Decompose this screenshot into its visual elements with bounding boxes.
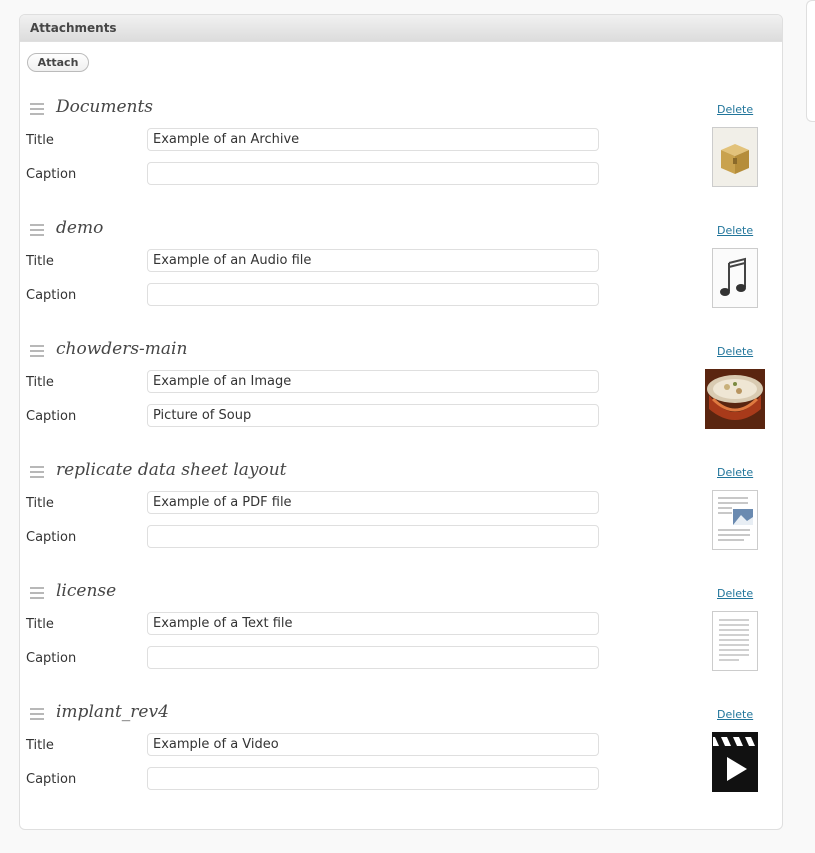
delete-link[interactable]: Delete <box>717 345 753 358</box>
title-input[interactable] <box>147 491 599 514</box>
caption-label: Caption <box>26 772 77 787</box>
caption-input[interactable] <box>147 646 599 669</box>
delete-link[interactable]: Delete <box>717 103 753 116</box>
drag-handle-icon[interactable] <box>30 466 44 478</box>
delete-link[interactable]: Delete <box>717 587 753 600</box>
title-label: Title <box>26 133 54 148</box>
sidebar-panel-edge <box>806 0 815 122</box>
title-label: Title <box>26 617 54 632</box>
title-input[interactable] <box>147 612 599 635</box>
text-document-icon <box>712 611 758 671</box>
attachment-item: implant_rev4 Delete Title Caption <box>20 698 782 808</box>
caption-label: Caption <box>26 167 77 182</box>
title-label: Title <box>26 254 54 269</box>
caption-label: Caption <box>26 288 77 303</box>
title-input[interactable] <box>147 249 599 272</box>
audio-icon <box>712 248 758 308</box>
video-icon <box>712 732 758 792</box>
attachment-name: Documents <box>56 97 154 117</box>
attachment-item: chowders-main Delete Title Caption <box>20 335 782 445</box>
title-input[interactable] <box>147 733 599 756</box>
archive-icon <box>712 127 758 187</box>
drag-handle-icon[interactable] <box>30 345 44 357</box>
caption-label: Caption <box>26 409 77 424</box>
drag-handle-icon[interactable] <box>30 708 44 720</box>
caption-input[interactable] <box>147 525 599 548</box>
drag-handle-icon[interactable] <box>30 587 44 599</box>
drag-handle-icon[interactable] <box>30 103 44 115</box>
attachment-name: license <box>56 581 117 601</box>
caption-input[interactable] <box>147 283 599 306</box>
title-label: Title <box>26 738 54 753</box>
title-input[interactable] <box>147 370 599 393</box>
title-label: Title <box>26 375 54 390</box>
attachment-name: implant_rev4 <box>56 702 169 722</box>
metabox-title[interactable]: Attachments <box>20 15 782 42</box>
soup-image <box>705 369 765 429</box>
attachment-item: Documents Delete Title Caption <box>20 93 782 203</box>
delete-link[interactable]: Delete <box>717 708 753 721</box>
attachment-name: demo <box>56 218 104 238</box>
attachment-item: replicate data sheet layout Delete Title… <box>20 456 782 566</box>
attachment-item: demo Delete Title Caption <box>20 214 782 324</box>
delete-link[interactable]: Delete <box>717 224 753 237</box>
attach-button[interactable]: Attach <box>27 53 89 72</box>
pdf-icon <box>712 490 758 550</box>
attachment-item: license Delete Title Caption <box>20 577 782 687</box>
title-input[interactable] <box>147 128 599 151</box>
caption-input[interactable] <box>147 404 599 427</box>
attachments-metabox: Attachments Attach Documents Delete Titl… <box>19 14 783 830</box>
caption-input[interactable] <box>147 767 599 790</box>
caption-input[interactable] <box>147 162 599 185</box>
attachment-name: chowders-main <box>56 339 188 359</box>
title-label: Title <box>26 496 54 511</box>
caption-label: Caption <box>26 530 77 545</box>
drag-handle-icon[interactable] <box>30 224 44 236</box>
attachment-name: replicate data sheet layout <box>56 460 287 480</box>
caption-label: Caption <box>26 651 77 666</box>
delete-link[interactable]: Delete <box>717 466 753 479</box>
